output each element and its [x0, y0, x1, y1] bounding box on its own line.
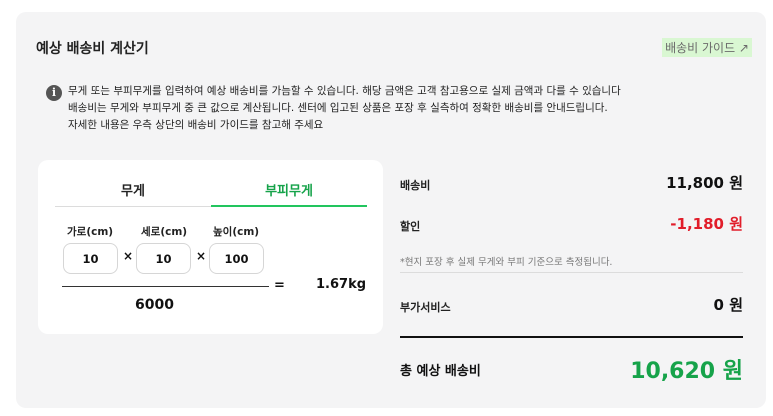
multiply-sign: × — [196, 249, 207, 263]
notice-line: 무게 또는 부피무게를 입력하여 예상 배송비를 가늠할 수 있습니다. 해당 … — [68, 85, 621, 97]
info-icon: i — [46, 85, 62, 101]
shipping-guide-link[interactable]: 배송비 가이드 ↗ — [662, 38, 752, 57]
addon-service-value: 0 원 — [713, 296, 743, 314]
total-value: 10,620 원 — [630, 359, 743, 384]
discount-value: -1,180 원 — [670, 215, 743, 233]
length-input[interactable] — [136, 243, 191, 274]
measurement-note: *현지 포장 후 실제 무게와 부피 기준으로 측정됩니다. — [400, 257, 613, 268]
notice-line: 배송비는 무게와 부피무게 중 큰 값으로 계산됩니다. 센터에 입고된 상품은… — [68, 102, 608, 114]
notice-line: 자세한 내용은 우측 상단의 배송비 가이드를 참고해 주세요 — [68, 119, 324, 131]
shipping-calculator-card: 예상 배송비 계산기 배송비 가이드 ↗ i 무게 또는 부피무게를 입력하여 … — [16, 12, 766, 408]
divider — [400, 272, 743, 273]
volumetric-weight-result: 1.67kg — [316, 277, 367, 292]
page-title: 예상 배송비 계산기 — [36, 41, 149, 57]
discount-label: 할인 — [400, 220, 421, 233]
fraction-line — [62, 286, 269, 287]
addon-service-label: 부가서비스 — [400, 301, 451, 314]
width-input[interactable] — [63, 243, 118, 274]
tab-weight[interactable]: 무게 — [55, 180, 211, 199]
shipping-fee-value: 11,800 원 — [666, 174, 743, 192]
shipping-fee-label: 배송비 — [400, 179, 431, 192]
height-input[interactable] — [209, 243, 264, 274]
width-label: 가로(cm) — [67, 226, 114, 238]
active-tab-indicator — [211, 205, 367, 207]
equals-sign: = — [274, 278, 285, 293]
volumetric-calculator-panel: 무게 부피무게 가로(cm) 세로(cm) 높이(cm) × × = 1.67k… — [38, 160, 383, 334]
length-label: 세로(cm) — [141, 226, 188, 238]
height-label: 높이(cm) — [213, 226, 260, 238]
total-divider — [400, 336, 743, 338]
notice-text: 무게 또는 부피무게를 입력하여 예상 배송비를 가늠할 수 있습니다. 해당 … — [68, 83, 621, 134]
tab-divider — [55, 206, 211, 207]
total-label: 총 예상 배송비 — [400, 364, 481, 379]
cost-summary: 배송비 11,800 원 할인 -1,180 원 *현지 포장 후 실제 무게와… — [400, 160, 743, 400]
divisor: 6000 — [135, 297, 174, 313]
tab-volumetric-weight[interactable]: 부피무게 — [211, 180, 367, 199]
multiply-sign: × — [123, 249, 134, 263]
